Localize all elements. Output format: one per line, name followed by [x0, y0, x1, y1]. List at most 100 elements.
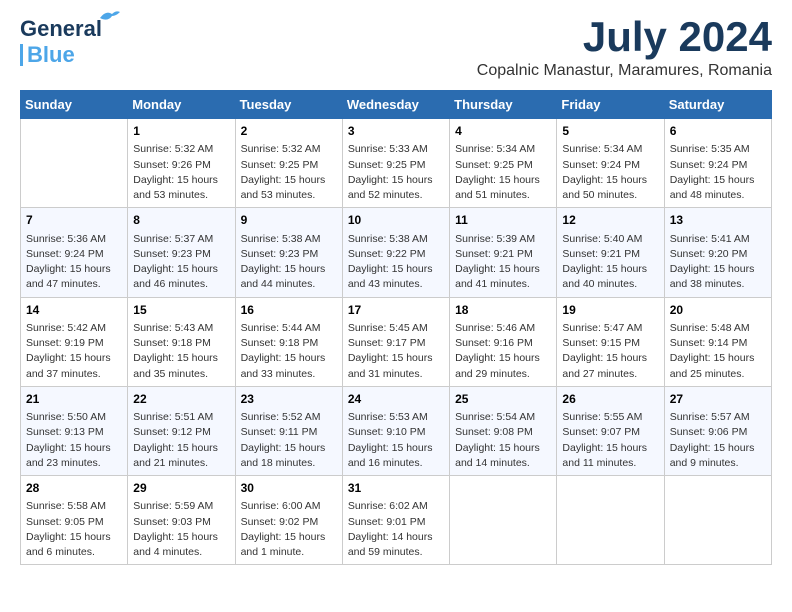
title-area: July 2024 Copalnic Manastur, Maramures, … [477, 16, 772, 80]
calendar-cell: 11 Sunrise: 5:39 AM Sunset: 9:21 PM Dayli… [450, 208, 557, 297]
calendar-cell: 22Sunrise: 5:51 AM Sunset: 9:12 PM Dayli… [128, 386, 235, 475]
header-wednesday: Wednesday [342, 91, 449, 119]
calendar-cell: 8 Sunrise: 5:37 AM Sunset: 9:23 PM Daylig… [128, 208, 235, 297]
calendar-cell: 21 Sunrise: 5:50 AM Sunset: 9:13 PM Dayli… [21, 386, 128, 475]
day-number: 17 [348, 302, 444, 319]
cell-content: Sunrise: 5:32 AM Sunset: 9:25 PM Dayligh… [241, 142, 337, 203]
cell-content: Sunrise: 5:42 AM Sunset: 9:19 PM Dayligh… [26, 321, 122, 382]
cell-content: Sunrise: 5:38 AM Sunset: 9:23 PM Dayligh… [241, 232, 337, 293]
day-number: 22 [133, 391, 229, 408]
calendar-week-4: 21 Sunrise: 5:50 AM Sunset: 9:13 PM Dayli… [21, 386, 772, 475]
cell-content: Sunrise: 5:54 AM Sunset: 9:08 PM Dayligh… [455, 410, 551, 471]
calendar-cell: 28 Sunrise: 5:58 AM Sunset: 9:05 PM Dayli… [21, 476, 128, 565]
cell-content: Sunrise: 5:39 AM Sunset: 9:21 PM Dayligh… [455, 232, 551, 293]
cell-content: Sunrise: 5:41 AM Sunset: 9:20 PM Dayligh… [670, 232, 766, 293]
day-number: 3 [348, 123, 444, 140]
cell-content: Sunrise: 5:57 AM Sunset: 9:06 PM Dayligh… [670, 410, 766, 471]
logo-general: General [20, 16, 102, 41]
calendar-cell: 12Sunrise: 5:40 AM Sunset: 9:21 PM Dayli… [557, 208, 664, 297]
day-number: 2 [241, 123, 337, 140]
day-number: 26 [562, 391, 658, 408]
calendar-cell: 1 Sunrise: 5:32 AM Sunset: 9:26 PM Daylig… [128, 119, 235, 208]
day-number: 14 [26, 302, 122, 319]
cell-content: Sunrise: 5:55 AM Sunset: 9:07 PM Dayligh… [562, 410, 658, 471]
calendar-cell: 15 Sunrise: 5:43 AM Sunset: 9:18 PM Dayli… [128, 297, 235, 386]
day-number: 10 [348, 212, 444, 229]
cell-content: Sunrise: 5:58 AM Sunset: 9:05 PM Dayligh… [26, 499, 122, 560]
header-friday: Friday [557, 91, 664, 119]
calendar-cell [21, 119, 128, 208]
day-number: 6 [670, 123, 766, 140]
cell-content: Sunrise: 5:37 AM Sunset: 9:23 PM Dayligh… [133, 232, 229, 293]
calendar-cell: 18Sunrise: 5:46 AM Sunset: 9:16 PM Dayli… [450, 297, 557, 386]
day-number: 13 [670, 212, 766, 229]
calendar-cell: 17Sunrise: 5:45 AM Sunset: 9:17 PM Dayli… [342, 297, 449, 386]
location-title: Copalnic Manastur, Maramures, Romania [477, 62, 772, 80]
calendar-header-row: SundayMondayTuesdayWednesdayThursdayFrid… [21, 91, 772, 119]
cell-content: Sunrise: 5:32 AM Sunset: 9:26 PM Dayligh… [133, 142, 229, 203]
day-number: 18 [455, 302, 551, 319]
cell-content: Sunrise: 5:43 AM Sunset: 9:18 PM Dayligh… [133, 321, 229, 382]
month-title: July 2024 [477, 16, 772, 58]
calendar-cell: 6 Sunrise: 5:35 AM Sunset: 9:24 PM Daylig… [664, 119, 771, 208]
cell-content: Sunrise: 5:44 AM Sunset: 9:18 PM Dayligh… [241, 321, 337, 382]
day-number: 23 [241, 391, 337, 408]
day-number: 4 [455, 123, 551, 140]
calendar-cell [450, 476, 557, 565]
header-tuesday: Tuesday [235, 91, 342, 119]
day-number: 30 [241, 480, 337, 497]
calendar-cell: 29Sunrise: 5:59 AM Sunset: 9:03 PM Dayli… [128, 476, 235, 565]
calendar-cell: 2 Sunrise: 5:32 AM Sunset: 9:25 PM Daylig… [235, 119, 342, 208]
calendar-cell: 16 Sunrise: 5:44 AM Sunset: 9:18 PM Dayli… [235, 297, 342, 386]
calendar-cell: 4 Sunrise: 5:34 AM Sunset: 9:25 PM Daylig… [450, 119, 557, 208]
day-number: 25 [455, 391, 551, 408]
day-number: 21 [26, 391, 122, 408]
page-header: General Blue July 2024 Copalnic Manastur… [20, 16, 772, 80]
calendar-cell: 20Sunrise: 5:48 AM Sunset: 9:14 PM Dayli… [664, 297, 771, 386]
calendar-cell: 27 Sunrise: 5:57 AM Sunset: 9:06 PM Dayli… [664, 386, 771, 475]
header-sunday: Sunday [21, 91, 128, 119]
day-number: 1 [133, 123, 229, 140]
cell-content: Sunrise: 5:59 AM Sunset: 9:03 PM Dayligh… [133, 499, 229, 560]
day-number: 27 [670, 391, 766, 408]
cell-content: Sunrise: 6:00 AM Sunset: 9:02 PM Dayligh… [241, 499, 337, 560]
calendar-cell: 31Sunrise: 6:02 AM Sunset: 9:01 PM Dayli… [342, 476, 449, 565]
day-number: 8 [133, 212, 229, 229]
calendar-week-5: 28 Sunrise: 5:58 AM Sunset: 9:05 PM Dayli… [21, 476, 772, 565]
day-number: 16 [241, 302, 337, 319]
header-saturday: Saturday [664, 91, 771, 119]
calendar-cell: 13 Sunrise: 5:41 AM Sunset: 9:20 PM Dayli… [664, 208, 771, 297]
cell-content: Sunrise: 5:35 AM Sunset: 9:24 PM Dayligh… [670, 142, 766, 203]
cell-content: Sunrise: 5:53 AM Sunset: 9:10 PM Dayligh… [348, 410, 444, 471]
calendar-week-3: 14 Sunrise: 5:42 AM Sunset: 9:19 PM Dayli… [21, 297, 772, 386]
day-number: 28 [26, 480, 122, 497]
calendar-week-1: 1 Sunrise: 5:32 AM Sunset: 9:26 PM Daylig… [21, 119, 772, 208]
day-number: 11 [455, 212, 551, 229]
day-number: 7 [26, 212, 122, 229]
calendar-cell: 24 Sunrise: 5:53 AM Sunset: 9:10 PM Dayli… [342, 386, 449, 475]
cell-content: Sunrise: 5:33 AM Sunset: 9:25 PM Dayligh… [348, 142, 444, 203]
cell-content: Sunrise: 5:50 AM Sunset: 9:13 PM Dayligh… [26, 410, 122, 471]
calendar-cell: 30 Sunrise: 6:00 AM Sunset: 9:02 PM Dayli… [235, 476, 342, 565]
day-number: 12 [562, 212, 658, 229]
day-number: 5 [562, 123, 658, 140]
calendar-cell: 9 Sunrise: 5:38 AM Sunset: 9:23 PM Daylig… [235, 208, 342, 297]
calendar-cell: 5Sunrise: 5:34 AM Sunset: 9:24 PM Daylig… [557, 119, 664, 208]
day-number: 24 [348, 391, 444, 408]
calendar-cell: 7Sunrise: 5:36 AM Sunset: 9:24 PM Daylig… [21, 208, 128, 297]
logo-blue: Blue [27, 42, 75, 68]
calendar-cell [664, 476, 771, 565]
cell-content: Sunrise: 5:48 AM Sunset: 9:14 PM Dayligh… [670, 321, 766, 382]
calendar-table: SundayMondayTuesdayWednesdayThursdayFrid… [20, 90, 772, 565]
calendar-cell: 26 Sunrise: 5:55 AM Sunset: 9:07 PM Dayli… [557, 386, 664, 475]
cell-content: Sunrise: 5:34 AM Sunset: 9:25 PM Dayligh… [455, 142, 551, 203]
day-number: 15 [133, 302, 229, 319]
logo-bird-icon [98, 8, 120, 26]
header-thursday: Thursday [450, 91, 557, 119]
header-monday: Monday [128, 91, 235, 119]
cell-content: Sunrise: 5:47 AM Sunset: 9:15 PM Dayligh… [562, 321, 658, 382]
day-number: 9 [241, 212, 337, 229]
cell-content: Sunrise: 5:52 AM Sunset: 9:11 PM Dayligh… [241, 410, 337, 471]
day-number: 19 [562, 302, 658, 319]
cell-content: Sunrise: 6:02 AM Sunset: 9:01 PM Dayligh… [348, 499, 444, 560]
